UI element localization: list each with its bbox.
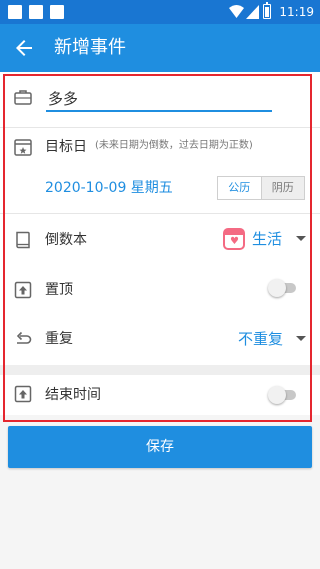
pin-top-label: 置顶 [45, 282, 73, 298]
event-name-input[interactable] [46, 86, 272, 112]
end-time-toggle[interactable] [268, 386, 298, 404]
countdown-book-value[interactable]: 生活 [252, 229, 282, 249]
end-time-icon [14, 385, 32, 403]
signal-icon [246, 5, 259, 19]
section-gap [0, 365, 320, 375]
chevron-down-icon[interactable] [296, 236, 306, 241]
repeat-value[interactable]: 不重复 [238, 329, 283, 349]
divider [0, 127, 320, 128]
status-bar: 11:19 [0, 0, 320, 24]
calendar-lunar-option[interactable]: 阴历 [260, 177, 304, 199]
toggle-thumb [268, 279, 286, 297]
countdown-book-label: 倒数本 [45, 232, 87, 248]
pin-top-icon [14, 281, 32, 299]
notification-icon [50, 5, 64, 19]
target-date-hint: (未来日期为倒数，过去日期为正数) [95, 140, 253, 151]
heart-icon: ♥ [230, 236, 239, 247]
save-button[interactable]: 保存 [8, 426, 312, 468]
target-date-value[interactable]: 2020-10-09 星期五 [45, 178, 173, 198]
page-title: 新增事件 [54, 37, 126, 58]
arrow-left-icon[interactable] [12, 36, 36, 60]
briefcase-icon [14, 90, 32, 105]
target-date-label: 目标日 [45, 139, 87, 155]
repeat-icon [16, 331, 32, 344]
toggle-thumb [268, 386, 286, 404]
pin-top-toggle[interactable] [268, 279, 298, 297]
status-time: 11:19 [279, 5, 314, 19]
notification-icon [8, 5, 22, 19]
calendar-icon [14, 139, 32, 156]
repeat-label: 重复 [45, 331, 73, 347]
wifi-icon [229, 5, 244, 18]
notification-icon [29, 5, 43, 19]
end-time-label: 结束时间 [45, 387, 101, 403]
heart-calendar-icon[interactable]: ♥ [223, 228, 245, 250]
app-bar: 新增事件 [0, 24, 320, 72]
battery-icon [263, 2, 271, 19]
calendar-type-toggle: 公历 阴历 [217, 176, 305, 200]
divider [0, 213, 320, 214]
calendar-solar-option[interactable]: 公历 [218, 177, 261, 199]
chevron-down-icon[interactable] [296, 336, 306, 341]
book-icon [16, 231, 30, 249]
